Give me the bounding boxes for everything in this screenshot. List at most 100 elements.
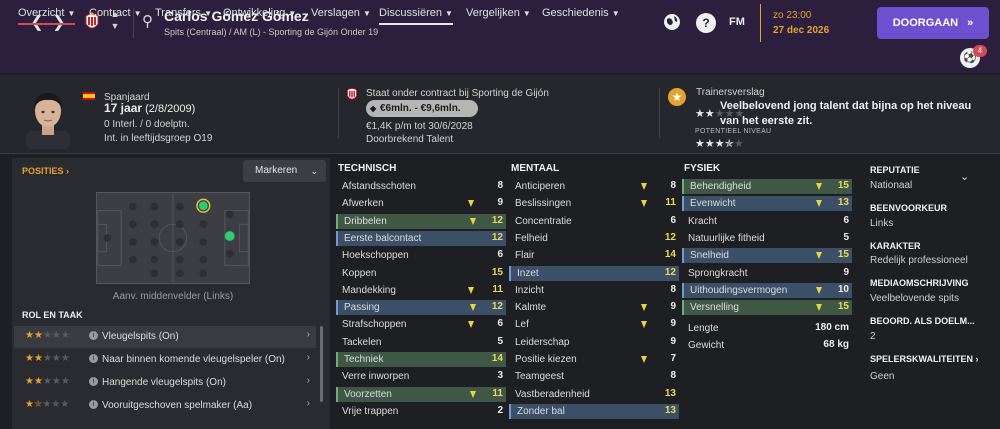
role-row[interactable]: ★★★★★ i Hangende vleugelspits (On) › bbox=[14, 372, 316, 394]
attribute-row[interactable]: Concentratie 6 bbox=[509, 214, 679, 229]
attribute-row[interactable]: Positie kiezen 7 bbox=[509, 352, 679, 367]
attribute-name: Tackelen bbox=[342, 336, 382, 348]
fm-menu-button[interactable]: FM bbox=[729, 16, 745, 28]
international-caps: 0 Interl. / 0 doelptn. bbox=[104, 119, 190, 130]
attribute-row[interactable]: Leiderschap 9 bbox=[509, 335, 679, 350]
search-icon[interactable]: ⚲ bbox=[142, 12, 153, 30]
attribute-row[interactable]: Beslissingen 11 bbox=[509, 196, 679, 211]
tab-vergelijken[interactable]: Vergelijken ▼ bbox=[466, 7, 531, 19]
double-chevron-icon: » bbox=[967, 17, 974, 29]
pitch-diagram[interactable] bbox=[96, 192, 250, 284]
tab-geschiedenis[interactable]: Geschiedenis ▼ bbox=[542, 7, 620, 19]
progress-arrow-icon bbox=[816, 252, 822, 260]
progress-arrow-icon bbox=[641, 183, 647, 190]
age-years: 17 jaar bbox=[104, 101, 143, 115]
progress-arrow-icon bbox=[816, 183, 822, 190]
money-icon: ◆ bbox=[370, 104, 377, 113]
attribute-row[interactable]: Afwerken 9 bbox=[336, 196, 506, 211]
tab-verslagen[interactable]: Verslagen ▼ bbox=[311, 7, 371, 19]
attribute-row[interactable]: Flair 14 bbox=[509, 248, 679, 263]
attribute-row[interactable]: Afstandsschoten 8 bbox=[336, 179, 506, 194]
attribute-row[interactable]: Teamgeest 8 bbox=[509, 369, 679, 384]
marker-dropdown[interactable]: Markeren ⌄ bbox=[243, 160, 326, 182]
attribute-row[interactable]: Evenwicht 13 bbox=[682, 196, 852, 212]
chevron-down-icon: ⌄ bbox=[310, 166, 318, 176]
traits-value: Geen bbox=[870, 371, 895, 382]
help-icon[interactable]: ? bbox=[696, 13, 716, 33]
attribute-row[interactable]: Mandekking 11 bbox=[336, 283, 506, 298]
attribute-row[interactable]: Voorzetten 11 bbox=[336, 386, 506, 402]
attribute-value: 6 bbox=[843, 214, 849, 226]
attribute-row[interactable]: Vrije trappen 2 bbox=[336, 404, 506, 419]
role-name: Vooruitgeschoven spelmaker (Aa) bbox=[102, 400, 253, 411]
progress-arrow-icon bbox=[470, 390, 476, 398]
traits-label[interactable]: SPELERSKWALITEITEN › bbox=[870, 354, 979, 364]
attribute-name: Kracht bbox=[688, 215, 717, 227]
attribute-row[interactable]: Tackelen 5 bbox=[336, 335, 506, 350]
coach-report-text: Veelbelovend jong talent dat bijna op he… bbox=[720, 100, 972, 127]
player-age: 17 jaar (2/8/2009) bbox=[104, 101, 195, 115]
attribute-row[interactable]: Vastberadenheid 13 bbox=[509, 387, 679, 402]
attribute-row[interactable]: Verre inworpen 3 bbox=[336, 369, 506, 384]
spain-flag-icon bbox=[83, 92, 95, 100]
notification-count-badge: 4 bbox=[973, 45, 987, 57]
info-icon[interactable]: i bbox=[89, 400, 98, 409]
height-row: Lengte 180 cm bbox=[682, 321, 852, 336]
attribute-row[interactable]: Kracht 6 bbox=[682, 214, 852, 229]
info-icon[interactable]: i bbox=[89, 331, 98, 340]
progress-arrow-icon bbox=[641, 304, 647, 312]
tab-ontwikkeling[interactable]: Ontwikkeling ▼ bbox=[223, 7, 296, 19]
foot-value: Links bbox=[870, 218, 894, 229]
wage-info: €1,4K p/m tot 30/6/2028 bbox=[366, 121, 473, 132]
attribute-value: 12 bbox=[664, 266, 676, 278]
attribute-name: Evenwicht bbox=[690, 198, 736, 210]
chevron-down-icon[interactable]: ⌄ bbox=[960, 170, 969, 183]
world-icon[interactable] bbox=[662, 12, 682, 32]
attribute-row[interactable]: Eerste balcontact 12 bbox=[336, 230, 506, 246]
attribute-row[interactable]: Uithoudingsvermogen 10 bbox=[682, 282, 852, 298]
attribute-value: 10 bbox=[837, 283, 849, 295]
continue-button[interactable]: DOORGAAN » bbox=[877, 7, 989, 39]
attribute-row[interactable]: Behendigheid 15 bbox=[682, 179, 852, 194]
transfer-value-badge[interactable]: ◆ €6mln. - €9,6mln. bbox=[366, 100, 478, 117]
positions-title[interactable]: POSITIES › bbox=[22, 166, 69, 176]
attribute-row[interactable]: Techniek 14 bbox=[336, 352, 506, 367]
attribute-row[interactable]: Anticiperen 8 bbox=[509, 179, 679, 194]
attribute-row[interactable]: Felheid 12 bbox=[509, 231, 679, 246]
tab-discussieren[interactable]: Discussiëren ▼ bbox=[379, 7, 453, 25]
role-row[interactable]: ★✯★★★ i Vooruitgeschoven spelmaker (Aa) … bbox=[14, 395, 316, 417]
positions-title-label: POSITIES bbox=[22, 166, 64, 176]
role-row[interactable]: ★★★★★ i Vleugelspits (On) › bbox=[14, 326, 316, 348]
roles-scrollbar[interactable] bbox=[320, 326, 323, 402]
attribute-row[interactable]: Passing 12 bbox=[336, 300, 506, 316]
progress-arrow-icon bbox=[470, 217, 476, 225]
info-icon[interactable]: i bbox=[89, 377, 98, 386]
attribute-row[interactable]: Inzicht 8 bbox=[509, 283, 679, 298]
attribute-row[interactable]: Dribbelen 12 bbox=[336, 213, 506, 229]
attribute-row[interactable]: Lef 9 bbox=[509, 317, 679, 332]
attribute-row[interactable]: Zonder bal 13 bbox=[509, 403, 679, 419]
attribute-row[interactable]: Kalmte 9 bbox=[509, 300, 679, 315]
tab-overzicht[interactable]: Overzicht ▼ bbox=[18, 7, 76, 25]
attribute-name: Techniek bbox=[344, 354, 384, 365]
chevron-right-icon: › bbox=[975, 354, 979, 364]
attribute-row[interactable]: Koppen 15 bbox=[336, 266, 506, 281]
role-row[interactable]: ★★★★★ i Naar binnen komende vleugelspele… bbox=[14, 349, 316, 371]
attribute-row[interactable]: Inzet 12 bbox=[509, 265, 679, 281]
info-icon[interactable]: i bbox=[89, 354, 98, 363]
progress-arrow-icon bbox=[641, 356, 647, 363]
media-value: Veelbelovende spits bbox=[870, 293, 959, 304]
attribute-row[interactable]: Versnelling 15 bbox=[682, 300, 852, 316]
tab-transfers[interactable]: Transfers ▼ bbox=[155, 7, 212, 19]
physical-title: FYSIEK bbox=[684, 163, 721, 174]
attribute-row[interactable]: Sprongkracht 9 bbox=[682, 266, 852, 281]
attribute-row[interactable]: Snelheid 15 bbox=[682, 248, 852, 264]
tab-contract[interactable]: Contract ▼ bbox=[89, 7, 142, 19]
potential-label: POTENTIEEL NIVEAU bbox=[695, 128, 772, 135]
attribute-row[interactable]: Hoekschoppen 6 bbox=[336, 248, 506, 263]
chevron-down-icon: ▼ bbox=[67, 9, 76, 18]
progress-arrow-icon bbox=[816, 286, 822, 294]
attribute-name: Uithoudingsvermogen bbox=[690, 284, 788, 296]
attribute-row[interactable]: Strafschoppen 6 bbox=[336, 317, 506, 332]
attribute-row[interactable]: Natuurlijke fitheid 5 bbox=[682, 231, 852, 246]
